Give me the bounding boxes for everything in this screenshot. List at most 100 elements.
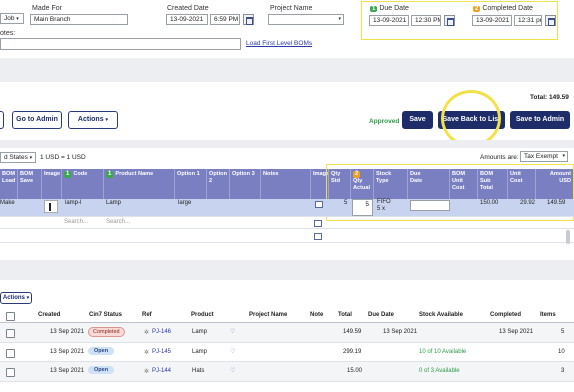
image-icon[interactable] (314, 233, 322, 240)
made-for-input[interactable]: Main Branch (30, 14, 128, 25)
section-divider (0, 140, 574, 148)
column-header[interactable]: Product (191, 312, 214, 318)
chevron-down-icon: ▾ (29, 155, 33, 161)
load-bom-link[interactable]: Load First Level BOMs (246, 40, 312, 47)
image-icon[interactable] (315, 201, 323, 208)
table-row[interactable] (0, 362, 574, 381)
save-button[interactable]: Save (402, 111, 433, 129)
row-checkbox[interactable] (6, 368, 15, 377)
total-cell: 15.00 (347, 368, 363, 374)
image-icon[interactable] (314, 220, 322, 227)
list-actions-label: Actions (2, 295, 25, 301)
column-header: Notes (261, 169, 311, 199)
chevron-down-icon: ▾ (105, 117, 109, 123)
save-to-admin-button[interactable]: Save to Admin (510, 111, 570, 129)
image-thumb[interactable] (44, 200, 58, 213)
items-cell: 5 (561, 329, 565, 335)
items-cell: 10 (558, 349, 565, 355)
project-name-select[interactable]: ▾ (268, 14, 344, 25)
gear-icon: ✲ (144, 330, 150, 336)
highlight-circle (441, 90, 501, 147)
tax-select[interactable]: Tax Exempt ▾ (520, 151, 568, 162)
row-checkbox[interactable] (6, 349, 15, 358)
comment-icon[interactable]: ♡ (230, 328, 235, 335)
ref-link[interactable]: PJ-144 (152, 368, 171, 374)
stock-cell: 10 of 10 Available (419, 349, 467, 355)
column-header[interactable]: Total (338, 312, 352, 318)
column-header[interactable]: Cin7 Status (89, 312, 122, 318)
location-value: Job (4, 15, 15, 22)
due-time-input[interactable]: 12:30 PM (411, 15, 441, 26)
calendar-icon[interactable] (243, 14, 254, 25)
created-cell: 13 Sep 2021 (50, 329, 85, 335)
chevron-down-icon: ▾ (16, 16, 19, 22)
column-header: Option 2 (207, 169, 230, 199)
calendar-icon[interactable] (545, 15, 556, 26)
column-header[interactable]: Note (310, 312, 323, 318)
status-label: Approved (369, 118, 400, 125)
comment-icon[interactable]: ♡ (230, 348, 235, 355)
column-header[interactable]: Stock Available (419, 312, 463, 318)
step-badge: 1 (106, 171, 114, 178)
total-cell: 299.19 (343, 349, 362, 355)
notes-input[interactable] (0, 38, 241, 50)
column-header[interactable]: Created (38, 312, 60, 318)
due-cell: 13 Sep 2021 (383, 329, 418, 335)
lamp-icon (49, 203, 51, 211)
due-date-input[interactable]: 13-09-2021 (369, 15, 409, 26)
actions-label: Actions (77, 116, 104, 123)
completed-time-input[interactable]: 12:31 pm (514, 15, 542, 26)
created-time-input[interactable]: 6:59 PM (210, 14, 240, 25)
code-cell[interactable]: lamp-l (65, 200, 81, 206)
amounts-are-label: Amounts are: (480, 154, 519, 161)
created-cell: 13 Sep 2021 (50, 349, 85, 355)
code-search-input[interactable]: Search... (64, 219, 88, 225)
actions-button[interactable]: Actions ▾ (68, 111, 118, 129)
stock-cell: 0 of 3 Available (419, 368, 460, 374)
column-header[interactable]: Project Name (249, 312, 287, 318)
list-actions-button[interactable]: Actions ▾ (0, 292, 32, 304)
qty-std-cell: 5 (344, 200, 348, 206)
product-search-input[interactable]: Search... (106, 219, 130, 225)
location-select[interactable]: Job ▾ (0, 13, 24, 24)
column-header-product: 1 Product Name (104, 169, 175, 199)
status-badge: Completed (88, 327, 125, 337)
unit-cost-cell: 29.92 (520, 200, 536, 206)
calendar-icon[interactable] (444, 15, 455, 26)
product-cell[interactable]: Lamp (106, 200, 121, 206)
row-divider (0, 228, 574, 229)
column-header[interactable]: Ref (142, 312, 152, 318)
total-cell: 149.59 (343, 329, 362, 335)
ref-link[interactable]: PJ-146 (152, 329, 171, 335)
column-header-code: 1 Code (62, 169, 104, 199)
product-cell: Lamp (192, 329, 208, 335)
column-header: Option 1 (175, 169, 207, 199)
notes-label: otes: (0, 30, 16, 37)
currency-select[interactable]: d States ▾ (0, 152, 36, 163)
exchange-rate: 1 USD = 1 USD (40, 154, 86, 161)
created-date-input[interactable]: 13-09-2021 (166, 14, 208, 25)
completed-date-input[interactable]: 13-09-2021 (472, 15, 512, 26)
row-checkbox[interactable] (6, 329, 15, 338)
section-divider (0, 58, 574, 82)
select-all-checkbox[interactable] (6, 312, 15, 321)
column-header[interactable]: Due Date (368, 312, 394, 318)
scrollbar-thumb[interactable] (566, 230, 570, 244)
qty-actual-input[interactable]: 5 (352, 199, 373, 216)
status-badge: Open (88, 347, 115, 355)
chevron-down-icon: ▾ (562, 153, 565, 159)
due-date-label: 1 Due Date (370, 5, 409, 12)
comment-icon[interactable]: ♡ (230, 367, 235, 374)
column-header: BOM Save (18, 169, 42, 199)
row-divider (0, 381, 574, 382)
column-header[interactable]: Completed (490, 312, 521, 318)
column-header: BOM Load (0, 169, 18, 199)
due-date-cell-input[interactable] (410, 200, 450, 211)
go-to-admin-button[interactable]: Go to Admin (12, 111, 62, 129)
column-header[interactable]: Items (540, 312, 556, 318)
table-row[interactable] (0, 323, 574, 342)
gear-icon: ✲ (144, 350, 150, 356)
section-divider (0, 260, 574, 280)
back-button[interactable] (0, 111, 4, 129)
ref-link[interactable]: PJ-145 (152, 349, 171, 355)
